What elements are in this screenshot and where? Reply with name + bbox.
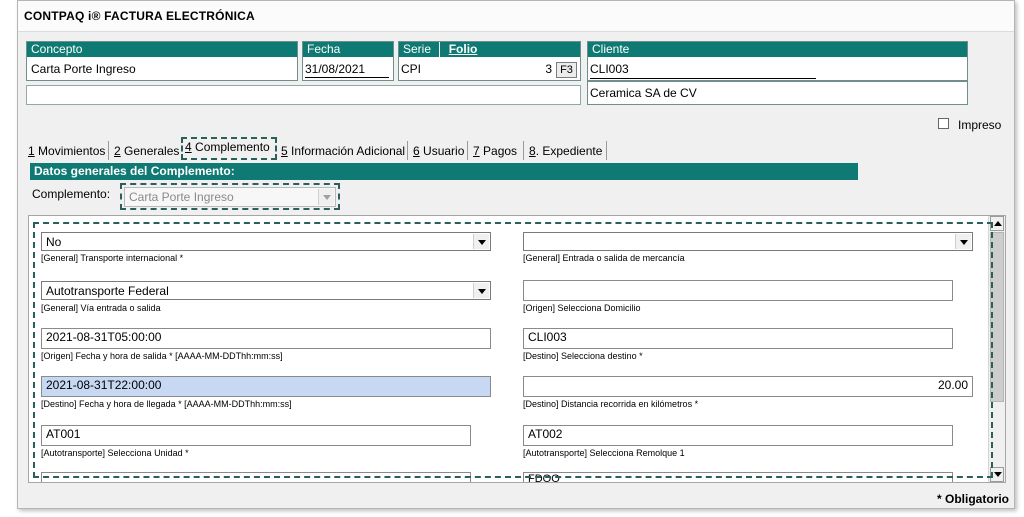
head-divider: [439, 42, 441, 57]
cliente-name-box[interactable]: Ceramica SA de CV: [587, 81, 968, 105]
tab-separator: [407, 141, 408, 160]
concepto-box[interactable]: Concepto Carta Porte Ingreso: [26, 41, 298, 81]
concepto-secondary-box[interactable]: [26, 85, 581, 105]
via-entrada-label: [General] Vía entrada o salida: [41, 303, 161, 313]
tab-movimientos-num: 1: [28, 144, 35, 158]
via-entrada-value: Autotransporte Federal: [46, 284, 169, 298]
transporte-internacional-label: [General] Transporte internacional *: [41, 253, 184, 263]
chevron-down-icon[interactable]: [473, 234, 489, 249]
tab-movimientos-label: Movimientos: [34, 144, 106, 158]
complemento-select[interactable]: Carta Porte Ingreso: [124, 187, 336, 207]
section-title: Datos generales del Complemento:: [30, 163, 858, 180]
serie-folio-box[interactable]: Serie Folio CPI 3 F3: [398, 41, 581, 81]
fecha-box[interactable]: Fecha 31/08/2021: [302, 41, 394, 81]
tab-separator: [467, 141, 468, 160]
cliente-code: CLI003: [590, 62, 629, 76]
tab-usuario-label: Usuario: [419, 144, 465, 158]
serie-folio-head: Serie Folio: [399, 42, 580, 57]
tab-generales[interactable]: 2 Generales: [112, 141, 181, 161]
main-window: CONTPAQ i® FACTURA ELECTRÓNICA Concepto …: [17, 0, 1015, 509]
tab-expediente-label: . Expediente: [535, 144, 603, 158]
scroll-up-icon[interactable]: [990, 216, 1004, 231]
tab-expediente[interactable]: 8. Expediente: [527, 141, 604, 161]
tab-separator: [606, 141, 607, 160]
obligatorio-note: * Obligatorio: [937, 492, 1009, 506]
tab-separator: [523, 141, 524, 160]
folio-label: Folio: [448, 42, 478, 56]
complemento-label: Complemento:: [32, 187, 111, 201]
unidad-label: [Autotransporte] Selecciona Unidad *: [41, 448, 189, 458]
destino-input[interactable]: CLI003: [523, 328, 953, 349]
serie-label: Serie: [403, 42, 432, 56]
tab-informacion-num: 5: [281, 144, 288, 158]
entrada-salida-label: [General] Entrada o salida de mercancía: [523, 253, 685, 263]
tab-complemento-num: 4: [185, 140, 192, 154]
tab-complemento[interactable]: 4 Complemento: [181, 137, 277, 160]
concepto-label: Concepto: [27, 42, 297, 57]
chevron-down-icon[interactable]: [318, 189, 334, 205]
origen-domicilio-label: [Origen] Selecciona Domicilio: [523, 303, 641, 313]
tab-pagos-label: Pagos: [479, 144, 518, 158]
destino-fecha-label: [Destino] Fecha y hora de llegada * [AAA…: [41, 399, 292, 409]
distancia-input[interactable]: 20.00: [523, 376, 973, 397]
destino-fecha-input[interactable]: 2021-08-31T22:00:00: [41, 376, 491, 397]
impreso-label: Impreso: [958, 118, 1002, 132]
remolque2-input[interactable]: FDOO: [523, 472, 953, 482]
tab-generales-num: 2: [114, 144, 121, 158]
cliente-box[interactable]: Cliente CLI003: [587, 41, 968, 81]
remolque-label: [Autotransporte] Selecciona Remolque 1: [523, 448, 685, 458]
chevron-down-icon[interactable]: [473, 283, 489, 298]
complemento-form-panel: No [General] Transporte internacional * …: [28, 215, 1006, 483]
tab-generales-label: Generales: [120, 144, 180, 158]
fecha-label: Fecha: [303, 42, 393, 57]
tab-pagos[interactable]: 7 Pagos: [471, 141, 519, 161]
origen-domicilio-input[interactable]: [523, 280, 953, 301]
origen-fecha-input[interactable]: 2021-08-31T05:00:00: [41, 328, 491, 349]
cliente-label: Cliente: [588, 42, 967, 57]
window-title: CONTPAQ i® FACTURA ELECTRÓNICA: [24, 9, 255, 23]
impreso-checkbox[interactable]: [938, 118, 949, 129]
fecha-value: 31/08/2021: [305, 62, 366, 76]
serie-value: CPI: [401, 62, 422, 76]
tab-usuario[interactable]: 6 Usuario: [411, 141, 466, 161]
title-bar: CONTPAQ i® FACTURA ELECTRÓNICA: [18, 1, 1014, 32]
form-scrollbar[interactable]: [988, 216, 1005, 482]
tab-pagos-num: 7: [473, 144, 480, 158]
origen-fecha-label: [Origen] Fecha y hora de salida * [AAAA-…: [41, 351, 283, 361]
cliente-name: Ceramica SA de CV: [590, 86, 697, 100]
remolque-input[interactable]: AT002: [523, 425, 953, 446]
unidad-input[interactable]: AT001: [41, 425, 471, 446]
tab-usuario-num: 6: [413, 144, 420, 158]
concepto-value: Carta Porte Ingreso: [31, 62, 136, 76]
distancia-label: [Destino] Distancia recorrida en kilómet…: [523, 399, 699, 409]
entrada-salida-select[interactable]: [523, 232, 973, 251]
transporte-internacional-value: No: [46, 235, 62, 249]
via-entrada-select[interactable]: Autotransporte Federal: [41, 281, 491, 300]
tab-expediente-num: 8: [529, 144, 536, 158]
tab-complemento-label: Complemento: [191, 140, 270, 154]
next-row-left-input[interactable]: [41, 472, 471, 482]
destino-label: [Destino] Selecciona destino *: [523, 351, 643, 361]
tab-separator: [108, 141, 109, 160]
scroll-down-icon[interactable]: [990, 467, 1004, 482]
tab-movimientos[interactable]: 1 Movimientos: [26, 141, 107, 161]
tab-informacion-label: Información Adicional: [287, 144, 406, 158]
chevron-down-icon[interactable]: [955, 234, 971, 249]
transporte-internacional-select[interactable]: No: [41, 232, 491, 251]
folio-f3-button[interactable]: F3: [556, 62, 577, 78]
fecha-underline: [305, 77, 389, 78]
cliente-underline: [590, 78, 816, 79]
complemento-select-value: Carta Porte Ingreso: [129, 190, 234, 204]
scroll-thumb[interactable]: [990, 232, 1004, 402]
tab-informacion-adicional[interactable]: 5 Información Adicional: [279, 141, 407, 161]
folio-value: 3: [545, 62, 552, 76]
